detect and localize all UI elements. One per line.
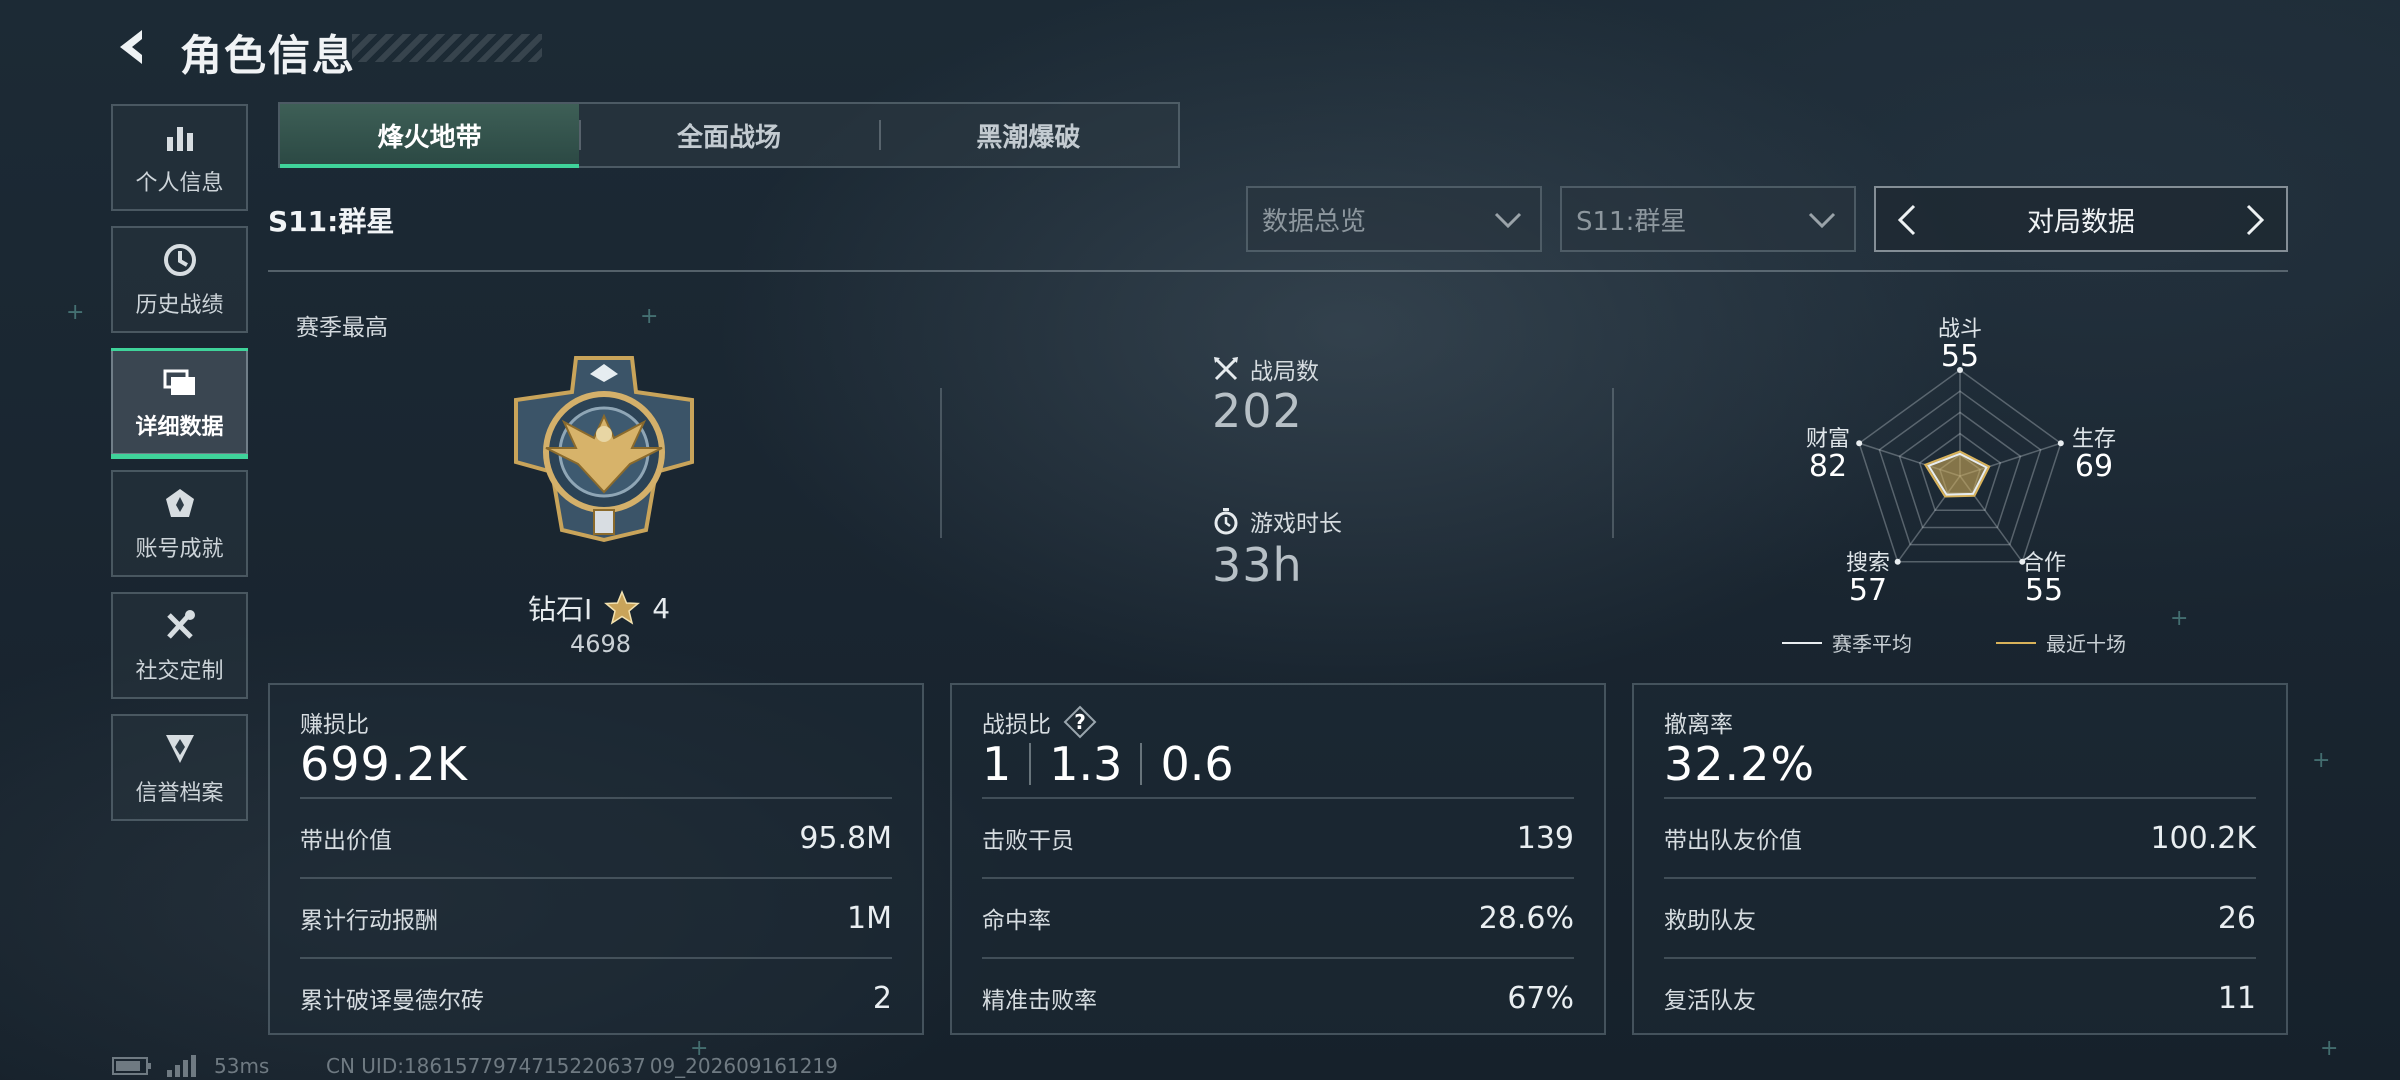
playtime-label-text: 游戏时长: [1250, 511, 1342, 537]
column-divider: [1612, 388, 1614, 538]
achievement-icon: [165, 488, 194, 517]
radar-label-wealth: 财富 82: [1805, 427, 1850, 485]
season-select[interactable]: S11:群星: [1560, 186, 1856, 252]
tab-full-battlefield[interactable]: 全面战场: [579, 104, 878, 166]
mode-tabs: 烽火地带 全面战场 黑潮爆破: [278, 102, 1180, 168]
sidebar-item-history[interactable]: 历史战绩: [111, 226, 248, 333]
shield-emblem-icon: [165, 734, 194, 763]
kd-value: 1: [982, 737, 1012, 791]
playtime-label: 游戏时长: [1212, 504, 1342, 538]
help-icon[interactable]: ?: [1063, 705, 1097, 739]
rank-name: 钻石I: [528, 593, 593, 626]
season-title: S11:群星: [268, 205, 395, 238]
sidebar-item-personal-info[interactable]: 个人信息: [111, 104, 248, 211]
rank-medal-icon: [514, 356, 694, 543]
sidebar-item-label: 账号成就: [135, 536, 224, 562]
data-mode-switch: 对局数据: [1874, 186, 2288, 252]
section-divider: [268, 270, 2288, 272]
sidebar-item-social-custom[interactable]: 社交定制: [111, 592, 248, 699]
column-divider: [940, 388, 942, 538]
radar-label-combat: 战斗 55: [1937, 317, 1982, 375]
title-decoration: [352, 34, 542, 62]
sidebar-item-label: 历史战绩: [135, 292, 224, 318]
rank-line: 钻石I 4: [528, 588, 670, 628]
legend-season-avg: 赛季平均: [1782, 628, 1912, 657]
sidebar-item-label: 个人信息: [135, 170, 224, 196]
sidebar-item-label: 社交定制: [135, 658, 224, 684]
extract-title: 撤离率: [1664, 712, 1733, 738]
profit-title: 赚损比: [300, 712, 369, 738]
stat-row: 累计破译曼德尔砖 2: [300, 957, 892, 1037]
profit-panel: 赚损比 699.2K 带出价值 95.8M 累计行动报酬 1M 累计破译曼德尔砖…: [268, 683, 924, 1035]
radar-label-survival: 生存 69: [2071, 427, 2116, 485]
kd-value: 1.3: [1049, 737, 1123, 791]
tools-icon: [166, 609, 195, 639]
sidebar-item-label: 信誉档案: [135, 780, 224, 806]
view-select-value: 数据总览: [1262, 206, 1367, 237]
bar-chart-icon: [166, 126, 193, 151]
data-mode-label: 对局数据: [2027, 206, 2135, 238]
tab-warzone[interactable]: 烽火地带: [280, 104, 580, 168]
status-bar: 53ms: [112, 1054, 269, 1078]
season-select-value: S11:群星: [1576, 206, 1687, 237]
kd-values: 1 1.3 0.6: [982, 737, 1234, 791]
signal-icon: [167, 1055, 196, 1077]
hud-cross: +: [640, 304, 659, 329]
stat-row: 命中率 28.6%: [982, 877, 1574, 957]
ping-value: 53ms: [214, 1054, 270, 1078]
clock-icon: [163, 243, 196, 276]
hud-cross: +: [2170, 606, 2189, 631]
hud-cross: +: [66, 300, 85, 325]
stat-row: 救助队友 26: [1664, 877, 2256, 957]
rank-score: 4698: [570, 630, 632, 658]
sidebar-item-achievements[interactable]: 账号成就: [111, 470, 248, 577]
stat-row: 带出价值 95.8M: [300, 797, 892, 877]
stat-row: 击败干员 139: [982, 797, 1574, 877]
season-best-label: 赛季最高: [296, 315, 388, 341]
matches-label-text: 战局数: [1250, 359, 1319, 385]
kd-separator: [1140, 743, 1143, 785]
rank-stars: 4: [652, 591, 671, 625]
sidebar-item-detailed-data[interactable]: 详细数据: [111, 348, 248, 459]
extract-value: 32.2%: [1664, 737, 1816, 791]
legend-recent-ten: 最近十场: [1996, 628, 2126, 657]
kd-separator: [1029, 743, 1032, 785]
chevron-down-icon: [1808, 212, 1836, 229]
legend-swatch-white: [1782, 641, 1822, 644]
hud-cross: +: [2320, 1036, 2339, 1061]
back-arrow-icon[interactable]: [108, 22, 158, 72]
matches-label: 战局数: [1212, 352, 1319, 386]
battery-icon: [112, 1057, 151, 1075]
crossed-swords-icon: [1214, 357, 1238, 381]
chevron-down-icon: [1494, 212, 1522, 229]
stat-row: 复活队友 11: [1664, 957, 2256, 1037]
chevron-right-icon[interactable]: [2236, 202, 2272, 238]
stacked-cards-icon: [163, 369, 195, 395]
view-select[interactable]: 数据总览: [1246, 186, 1542, 252]
extract-panel: 撤离率 32.2% 带出队友价值 100.2K 救助队友 26 复活队友 11: [1632, 683, 2288, 1035]
user-uid: CN UID:1861577974715220637 09_2026091612…: [326, 1054, 838, 1078]
hud-cross: +: [2312, 748, 2331, 773]
legend-swatch-gold: [1996, 641, 2036, 644]
page-title: 角色信息: [180, 31, 357, 80]
radar-label-teamwork: 合作 55: [2021, 551, 2066, 609]
kd-panel: 战损比 ? 1 1.3 0.6 击败干员 139 命中率 28.6% 精准击败率…: [950, 683, 1606, 1035]
ability-radar: 战斗 55 生存 69 合作 55 搜索 57 财富 82: [1780, 308, 2140, 638]
sidebar-item-label: 详细数据: [135, 414, 224, 440]
sidebar-item-credit-record[interactable]: 信誉档案: [111, 714, 248, 821]
kd-title: 战损比 ?: [982, 705, 1097, 739]
star-icon: [604, 590, 641, 625]
kd-value: 0.6: [1160, 737, 1234, 791]
stopwatch-icon: [1214, 508, 1238, 535]
stat-row: 累计行动报酬 1M: [300, 877, 892, 957]
chevron-left-icon[interactable]: [1890, 202, 1926, 238]
matches-value: 202: [1212, 384, 1303, 438]
playtime-value: 33h: [1212, 538, 1303, 592]
radar-label-search: 搜索 57: [1845, 551, 1890, 609]
stat-row: 带出队友价值 100.2K: [1664, 797, 2256, 877]
tab-dark-tide[interactable]: 黑潮爆破: [878, 104, 1178, 166]
help-mark: ?: [1074, 710, 1086, 734]
stat-row: 精准击败率 67%: [982, 957, 1574, 1037]
profit-value: 699.2K: [300, 737, 468, 791]
